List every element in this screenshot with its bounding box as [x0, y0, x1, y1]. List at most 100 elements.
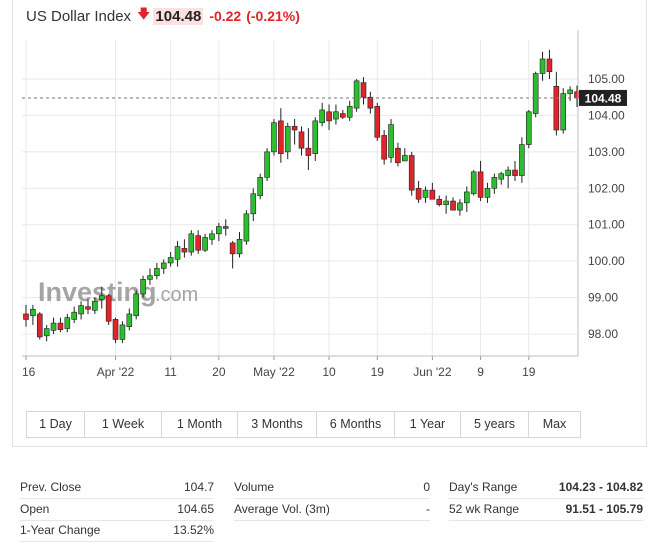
- candle-body: [319, 109, 325, 124]
- candle-body: [112, 319, 119, 340]
- candle: [567, 86, 573, 101]
- stat-row: Prev. Close 104.7: [20, 478, 214, 499]
- stat-value: 0: [423, 480, 430, 494]
- candle-body: [167, 257, 174, 264]
- candle: [222, 219, 229, 236]
- candle-body: [408, 155, 415, 191]
- candle-body: [133, 293, 139, 317]
- candle-body: [271, 122, 277, 153]
- candle-body: [298, 131, 305, 149]
- stat-row: 1-Year Change 13.52%: [20, 521, 214, 542]
- period-button-5-years[interactable]: 5 years: [461, 412, 529, 437]
- candle: [50, 317, 57, 334]
- stat-row: Day's Range 104.23 - 104.82: [449, 478, 643, 499]
- candle-body: [43, 328, 50, 337]
- candle: [284, 122, 291, 160]
- candle-body: [429, 189, 436, 200]
- candle-body: [181, 248, 188, 253]
- candle-body: [126, 313, 133, 328]
- candle: [181, 239, 188, 258]
- candlestick-chart[interactable]: Investing .com 98.0099.00100.00101.00102…: [0, 0, 660, 400]
- y-tick-label: 103.00: [588, 145, 625, 159]
- candle: [326, 104, 332, 130]
- x-tick-label: 10: [322, 365, 336, 379]
- stat-label: Open: [20, 501, 50, 516]
- candle-body: [346, 106, 353, 118]
- candle: [512, 160, 518, 181]
- last-price-label: 104.48: [585, 91, 622, 105]
- candle-body: [374, 106, 381, 138]
- stat-label: 52 wk Range: [449, 501, 520, 516]
- candle: [353, 79, 360, 112]
- stat-row: 52 wk Range 91.51 - 105.79: [449, 500, 643, 521]
- candle: [395, 142, 401, 167]
- candle-body: [243, 213, 250, 242]
- candle-body: [360, 82, 367, 98]
- candle: [229, 241, 236, 269]
- candle-body: [160, 262, 167, 269]
- x-tick-label: 9: [477, 365, 484, 379]
- candle-body: [147, 275, 153, 280]
- candle-body: [174, 246, 181, 260]
- x-tick-label: 19: [522, 365, 536, 379]
- candle: [539, 51, 546, 81]
- candle: [236, 232, 243, 258]
- candle: [202, 233, 208, 253]
- candle: [429, 182, 436, 200]
- stat-value: 104.65: [177, 501, 214, 516]
- x-tick-label: 11: [164, 365, 177, 379]
- candle-body: [395, 147, 401, 164]
- candle: [505, 166, 511, 189]
- candle: [470, 170, 477, 196]
- period-button-1-month[interactable]: 1 Month: [162, 412, 238, 437]
- period-button-1-week[interactable]: 1 Week: [85, 412, 162, 437]
- y-tick-label: 102.00: [588, 181, 625, 195]
- candle: [546, 49, 553, 79]
- candle: [491, 173, 498, 194]
- candle: [64, 313, 71, 333]
- stat-row: Volume 0: [234, 478, 430, 499]
- candle-body: [436, 198, 443, 205]
- candle: [574, 85, 580, 108]
- stat-label: Day's Range: [449, 480, 518, 494]
- candle: [271, 119, 277, 156]
- period-button-6-months[interactable]: 6 Months: [317, 412, 395, 437]
- candle: [525, 109, 532, 149]
- stat-label: Prev. Close: [20, 480, 82, 494]
- candle-body: [450, 200, 456, 211]
- candle-body: [477, 171, 484, 198]
- candle-body: [30, 308, 36, 317]
- candle: [298, 126, 305, 156]
- period-button-max[interactable]: Max: [529, 412, 580, 437]
- y-tick-label: 104.00: [588, 108, 625, 122]
- candle-body: [250, 193, 257, 215]
- candle: [346, 100, 353, 121]
- candle: [408, 151, 415, 196]
- candle: [36, 312, 43, 340]
- candle: [278, 108, 284, 163]
- stats-column-2: Volume 0 Average Vol. (3m) -: [234, 478, 430, 521]
- period-button-1-year[interactable]: 1 Year: [395, 412, 461, 437]
- period-button-3-months[interactable]: 3 Months: [238, 412, 317, 437]
- candle-body: [222, 226, 229, 229]
- period-button-1-day[interactable]: 1 Day: [27, 412, 85, 437]
- candle-body: [264, 151, 270, 178]
- candle-body: [443, 200, 449, 205]
- candle: [367, 91, 374, 114]
- candle-body: [23, 313, 29, 320]
- candle-body: [98, 295, 105, 300]
- stat-value: 104.23 - 104.82: [558, 480, 643, 494]
- candle: [43, 324, 50, 342]
- candle-body: [525, 111, 532, 145]
- candle-body: [519, 144, 525, 176]
- candle-body: [64, 317, 71, 329]
- y-tick-label: 100.00: [588, 254, 625, 268]
- candle: [195, 230, 201, 254]
- candle-body: [119, 324, 126, 340]
- candle: [360, 77, 367, 105]
- candle-body: [498, 173, 505, 180]
- candle: [257, 173, 263, 200]
- candle: [388, 119, 394, 163]
- stat-row: Average Vol. (3m) -: [234, 500, 430, 521]
- investing-watermark: Investing .com: [38, 277, 198, 307]
